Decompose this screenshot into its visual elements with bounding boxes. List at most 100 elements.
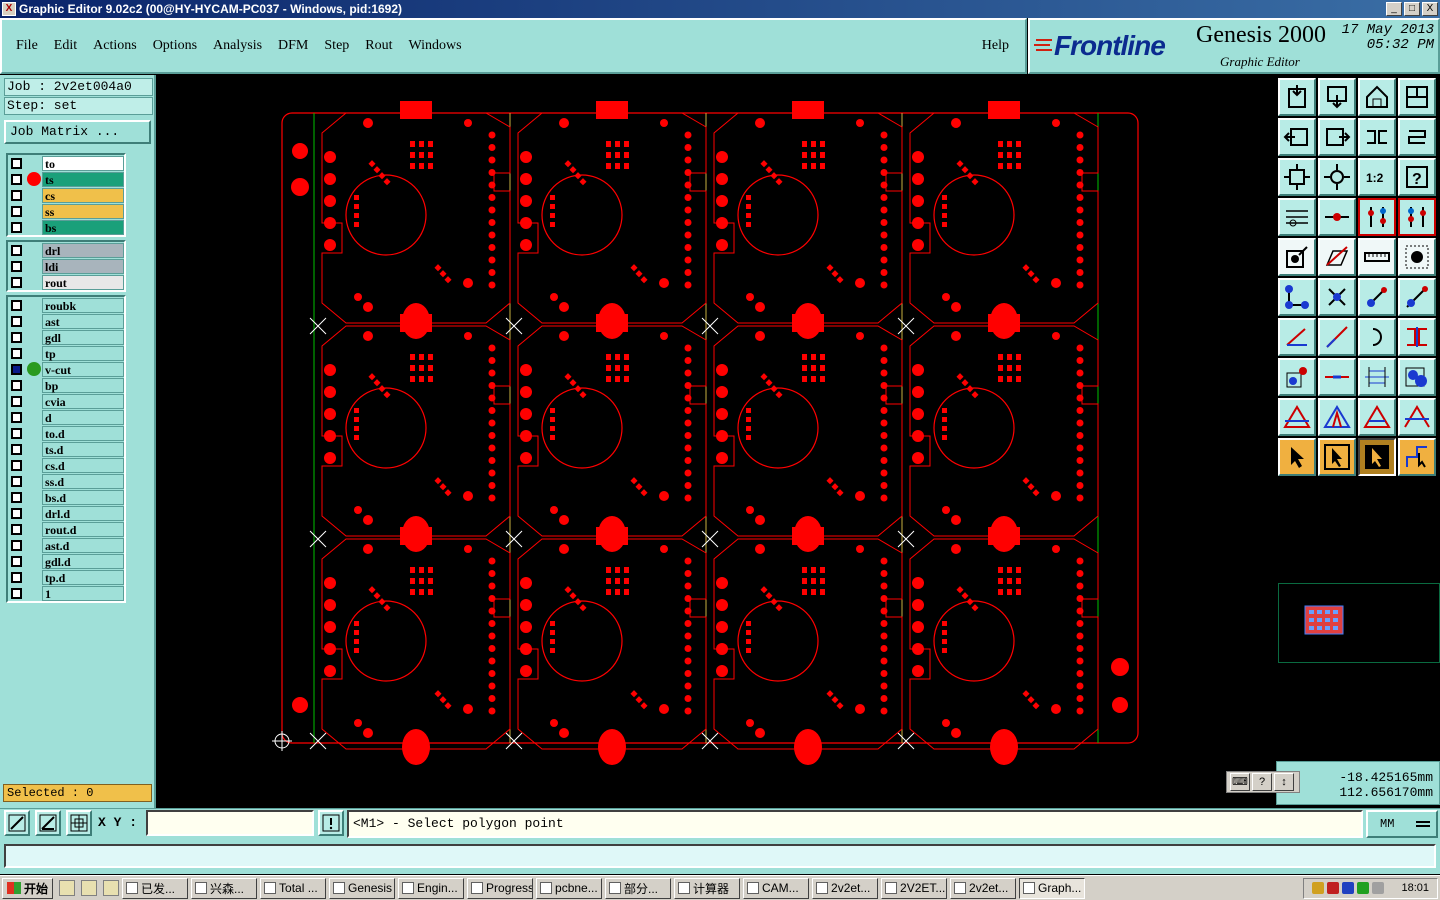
layer-diff-icon[interactable]: [1398, 198, 1436, 236]
scale-one-to-two-icon[interactable]: 1:2: [1358, 158, 1396, 196]
layer-name[interactable]: to: [42, 155, 124, 171]
layer-name[interactable]: ast: [42, 313, 124, 329]
layer-checkbox[interactable]: [11, 475, 22, 487]
tray-icon-1[interactable]: [1312, 882, 1325, 894]
pad-to-line-icon[interactable]: [1278, 358, 1316, 396]
taskbar-task[interactable]: 兴森...: [191, 877, 258, 899]
layer-row[interactable]: tp.d: [8, 569, 124, 585]
angle-snap-icon[interactable]: [35, 810, 61, 836]
close-button[interactable]: X: [1422, 2, 1438, 16]
xy-input[interactable]: [146, 810, 314, 836]
graphic-canvas[interactable]: [156, 75, 1276, 808]
tray-icon-4[interactable]: [1357, 882, 1370, 894]
pcb-panel-drawing[interactable]: [156, 75, 1276, 808]
layer-checkbox[interactable]: [11, 221, 22, 233]
layer-name[interactable]: cs.d: [42, 457, 124, 473]
layer-checkbox[interactable]: [11, 157, 22, 169]
layer-name[interactable]: to.d: [42, 425, 124, 441]
layer-row[interactable]: ts.d: [8, 441, 124, 457]
pan-right-icon[interactable]: [1318, 118, 1356, 156]
units-selector[interactable]: MM: [1366, 810, 1438, 838]
swap-view-icon[interactable]: [1358, 118, 1396, 156]
extend-line-icon[interactable]: [1398, 278, 1436, 316]
layer-name[interactable]: ts: [42, 171, 124, 187]
taskbar-task[interactable]: Progress: [467, 877, 534, 899]
layer-checkbox[interactable]: [11, 459, 22, 471]
layer-checkbox[interactable]: [11, 539, 22, 551]
layer-name[interactable]: rout.d: [42, 521, 124, 537]
layer-row[interactable]: ast: [8, 313, 124, 329]
triangle-split-icon[interactable]: [1398, 398, 1436, 436]
menu-windows[interactable]: Windows: [409, 38, 462, 54]
layer-checkbox[interactable]: [11, 173, 22, 185]
diagonal-line-icon[interactable]: [1318, 318, 1356, 356]
taskbar-task[interactable]: pcbne...: [536, 877, 603, 899]
triangle-red-icon[interactable]: [1278, 398, 1316, 436]
start-button[interactable]: 开始: [2, 877, 54, 899]
layer-checkbox[interactable]: [11, 276, 22, 288]
menu-actions[interactable]: Actions: [93, 38, 137, 54]
layer-checkbox[interactable]: [11, 299, 22, 311]
mirror-icon[interactable]: [1398, 318, 1436, 356]
layer-row[interactable]: gdl.d: [8, 553, 124, 569]
window-view-icon[interactable]: [1398, 78, 1436, 116]
pan-left-icon[interactable]: [1278, 118, 1316, 156]
layer-name[interactable]: bs: [42, 219, 124, 235]
quicklaunch-icon-2[interactable]: [81, 880, 98, 896]
layer-name[interactable]: d: [42, 409, 124, 425]
taskbar-task[interactable]: Genesis: [329, 877, 396, 899]
layer-checkbox[interactable]: [11, 347, 22, 359]
keyboard-icon[interactable]: ⌨: [1230, 773, 1250, 791]
menu-dfm[interactable]: DFM: [278, 38, 308, 54]
tray-icon-2[interactable]: [1327, 882, 1340, 894]
taskbar-task[interactable]: Engin...: [398, 877, 465, 899]
layer-name[interactable]: bp: [42, 377, 124, 393]
layer-row[interactable]: cs.d: [8, 457, 124, 473]
layer-checkbox[interactable]: [11, 395, 22, 407]
menu-edit[interactable]: Edit: [54, 38, 77, 54]
layer-name[interactable]: ss.d: [42, 473, 124, 489]
layer-checkbox[interactable]: [11, 587, 22, 599]
layer-checkbox[interactable]: [11, 571, 22, 583]
layer-row[interactable]: drl.d: [8, 505, 124, 521]
minimize-button[interactable]: _: [1386, 2, 1402, 16]
layer-row[interactable]: 1: [8, 585, 124, 601]
menu-file[interactable]: File: [16, 38, 38, 54]
layer-checkbox[interactable]: [11, 443, 22, 455]
menu-rout[interactable]: Rout: [365, 38, 392, 54]
help-icon[interactable]: ?: [1252, 773, 1272, 791]
layer-row[interactable]: d: [8, 409, 124, 425]
layer-name[interactable]: ast.d: [42, 537, 124, 553]
layer-name[interactable]: cs: [42, 187, 124, 203]
layer-row[interactable]: ast.d: [8, 537, 124, 553]
zoom-in-icon[interactable]: [1318, 78, 1356, 116]
layer-row[interactable]: rout: [8, 274, 124, 290]
layer-name[interactable]: 1: [42, 585, 124, 601]
layer-name[interactable]: v-cut: [42, 361, 124, 377]
taskbar-task[interactable]: Total ...: [260, 877, 327, 899]
layer-row[interactable]: cvia: [8, 393, 124, 409]
delete-node-icon[interactable]: [1318, 278, 1356, 316]
layer-name[interactable]: drl: [42, 242, 124, 258]
layer-name[interactable]: tp: [42, 345, 124, 361]
dimension-icon[interactable]: [1358, 358, 1396, 396]
layer-name[interactable]: bs.d: [42, 489, 124, 505]
select-arrow-icon[interactable]: [1278, 438, 1316, 476]
layer-checkbox[interactable]: [11, 427, 22, 439]
tray-icon-3[interactable]: [1342, 882, 1355, 894]
layer-row[interactable]: bs: [8, 219, 124, 235]
fit-screen-icon[interactable]: [1278, 158, 1316, 196]
layer-name[interactable]: tp.d: [42, 569, 124, 585]
layer-row[interactable]: drl: [8, 242, 124, 258]
add-surface-icon[interactable]: [1398, 238, 1436, 276]
menu-analysis[interactable]: Analysis: [213, 38, 262, 54]
menu-options[interactable]: Options: [153, 38, 197, 54]
arc-icon[interactable]: [1358, 318, 1396, 356]
layer-checkbox[interactable]: [11, 411, 22, 423]
ruler-icon[interactable]: [1358, 238, 1396, 276]
connect-nodes-icon[interactable]: [1278, 278, 1316, 316]
triangle-outline-icon[interactable]: [1358, 398, 1396, 436]
quicklaunch-icon-1[interactable]: [59, 880, 76, 896]
layer-row[interactable]: rout.d: [8, 521, 124, 537]
layer-row[interactable]: ss: [8, 203, 124, 219]
